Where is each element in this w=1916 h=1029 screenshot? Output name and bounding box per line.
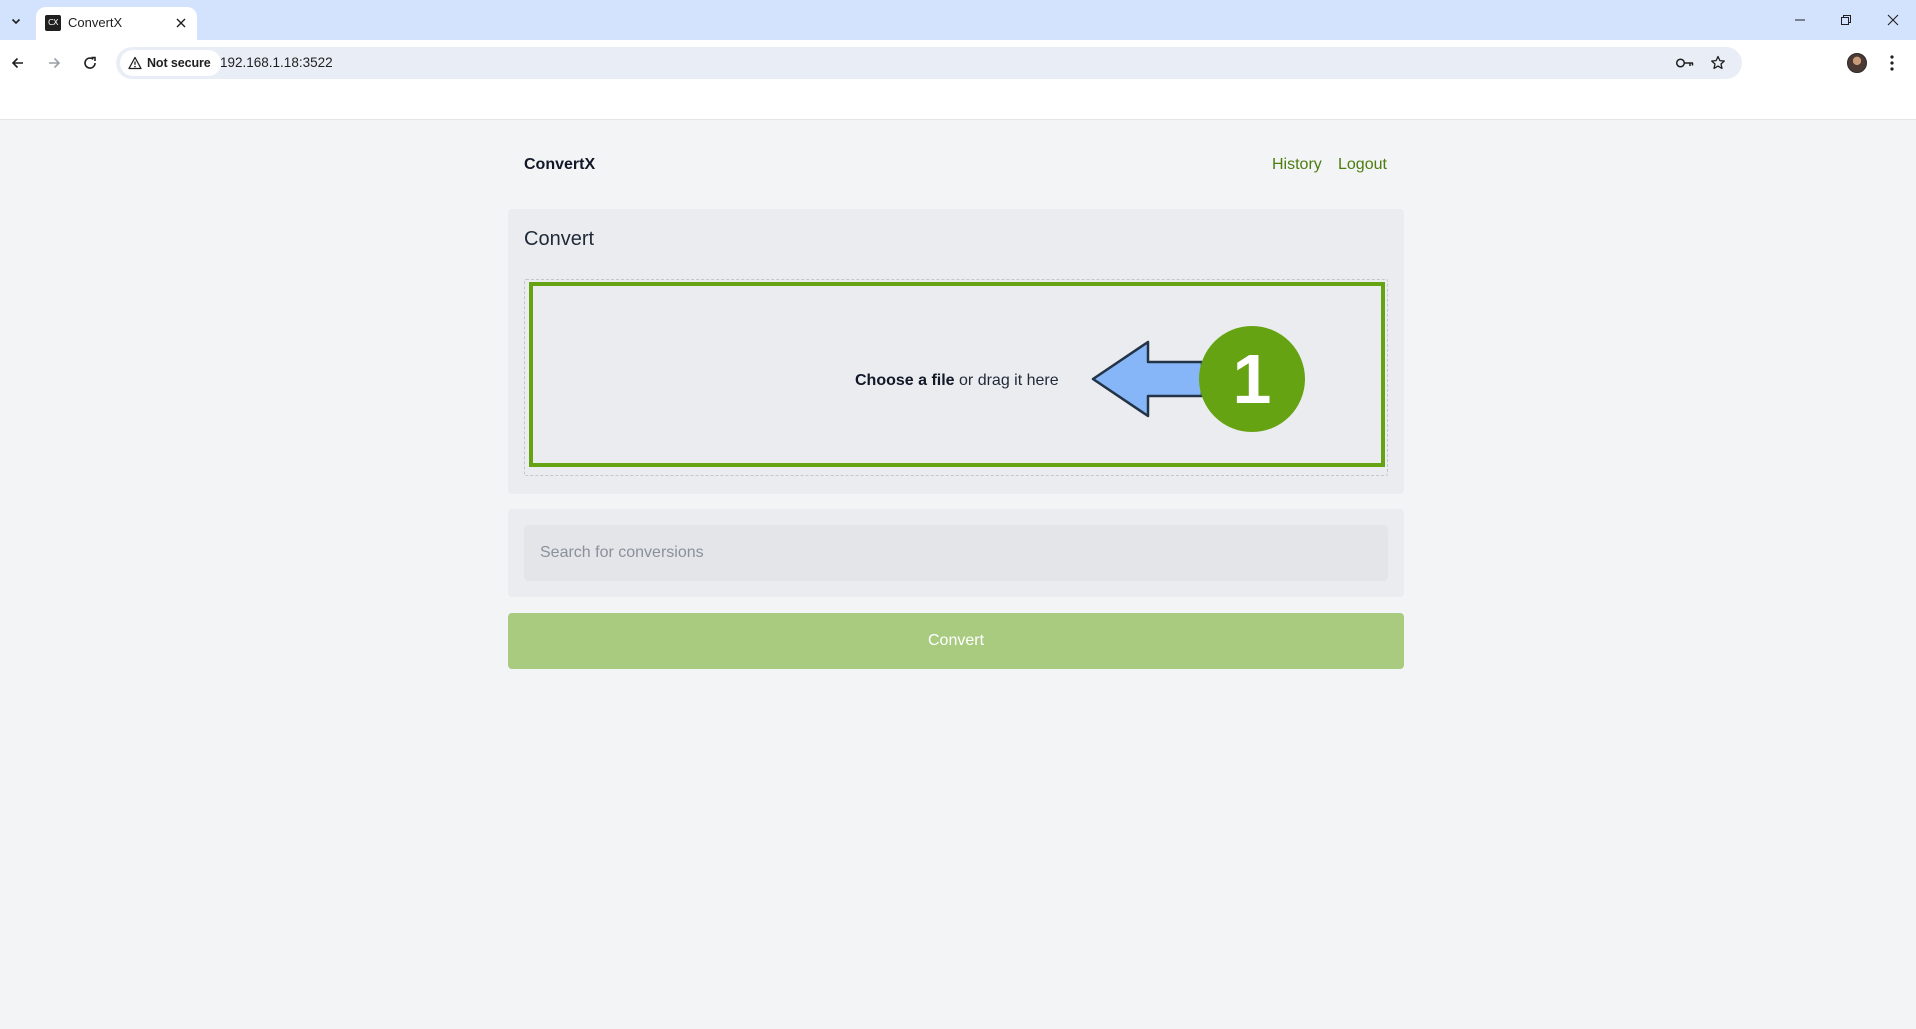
restore-icon <box>1841 15 1851 25</box>
close-window-button[interactable] <box>1870 0 1916 40</box>
page-top-strip <box>0 86 1916 120</box>
url-text[interactable]: 192.168.1.18:3522 <box>220 55 333 70</box>
browser-menu-button[interactable] <box>1882 52 1902 74</box>
dropzone-label[interactable]: Choose a file or drag it here <box>855 372 1059 390</box>
app-header: ConvertX History Logout <box>508 146 1388 186</box>
tab-close-button[interactable] <box>171 13 191 33</box>
profile-avatar[interactable] <box>1847 53 1867 73</box>
password-key-icon <box>1675 58 1694 68</box>
tab-favicon: CX <box>45 15 61 31</box>
browser-tab[interactable]: CX ConvertX <box>36 7 197 40</box>
star-icon <box>1711 55 1725 70</box>
choose-file-link[interactable]: Choose a file <box>855 372 955 389</box>
left-arrow-icon <box>1091 340 1204 418</box>
close-icon <box>176 18 186 28</box>
conversion-search-input[interactable] <box>524 525 1388 581</box>
tab-list-icon <box>11 18 21 25</box>
password-manager-button[interactable] <box>1674 53 1696 73</box>
nav-link-history[interactable]: History <box>1272 156 1322 174</box>
minimize-button[interactable] <box>1777 0 1823 40</box>
tab-title: ConvertX <box>68 15 123 30</box>
app-brand[interactable]: ConvertX <box>524 156 595 174</box>
forward-icon <box>49 57 61 69</box>
close-icon <box>1887 14 1899 26</box>
browser-toolbar: Not secure 192.168.1.18:3522 <box>0 40 1916 86</box>
reload-icon <box>84 56 96 69</box>
back-button[interactable] <box>3 48 33 78</box>
forward-button[interactable] <box>39 48 69 78</box>
nav-link-logout[interactable]: Logout <box>1338 156 1387 174</box>
address-bar[interactable]: Not secure 192.168.1.18:3522 <box>116 47 1742 79</box>
back-icon <box>11 57 23 69</box>
minimize-icon <box>1795 19 1805 21</box>
security-indicator[interactable]: Not secure <box>120 50 221 76</box>
convert-button[interactable]: Convert <box>508 613 1404 669</box>
search-card <box>508 509 1404 597</box>
drag-hint: or drag it here <box>954 372 1059 389</box>
warning-icon <box>128 56 142 70</box>
security-label: Not secure <box>147 56 211 70</box>
card-title: Convert <box>524 228 595 250</box>
kebab-menu-icon <box>1890 55 1894 71</box>
browser-tab-strip: CX ConvertX <box>0 0 1916 40</box>
step-number-badge: 1 <box>1199 326 1305 432</box>
reload-button[interactable] <box>75 48 105 78</box>
restore-button[interactable] <box>1823 0 1869 40</box>
tab-list-button[interactable] <box>4 10 28 32</box>
bookmark-button[interactable] <box>1707 53 1729 73</box>
